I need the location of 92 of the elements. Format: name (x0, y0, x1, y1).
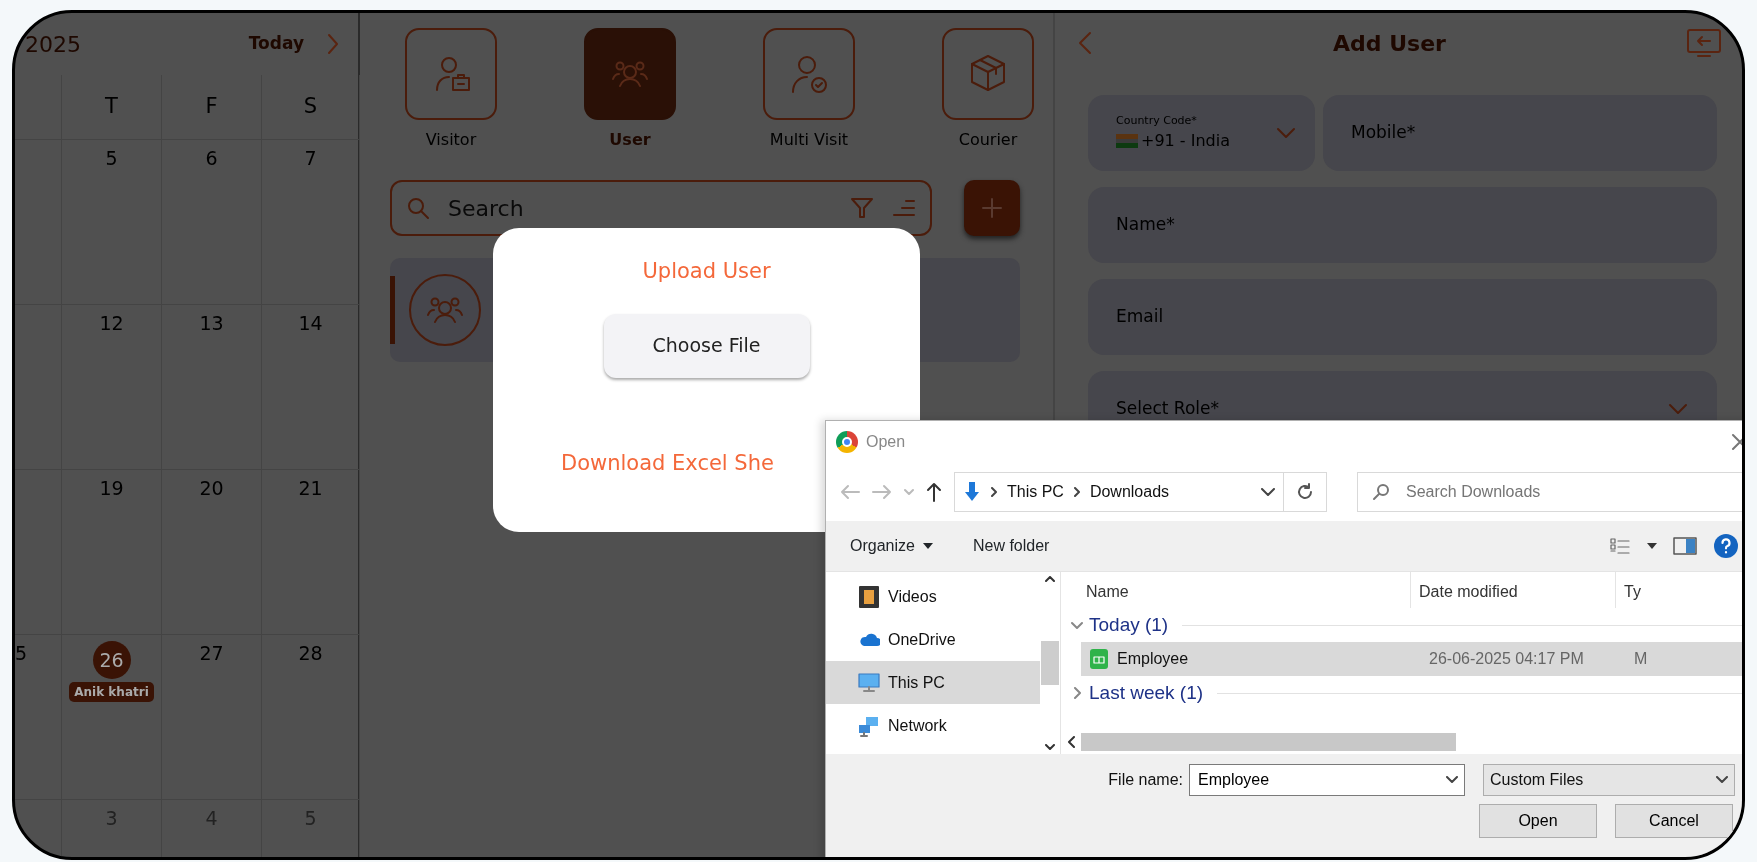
weekday-label: F (205, 93, 218, 121)
file-type: M (1633, 649, 1648, 669)
scroll-down-icon[interactable] (1045, 744, 1055, 750)
back-icon[interactable] (1077, 30, 1093, 56)
back-arrow-icon[interactable] (840, 484, 860, 500)
preview-pane-icon[interactable] (1673, 537, 1697, 555)
group-header[interactable]: Today (1) (1089, 610, 1169, 640)
caret-down-icon[interactable] (1647, 543, 1657, 549)
chevron-right-icon[interactable] (1071, 687, 1083, 699)
scroll-up-icon[interactable] (1045, 576, 1055, 582)
up-arrow-icon[interactable] (926, 482, 942, 502)
page-title: Add User (1332, 29, 1447, 58)
column-header[interactable]: Name (1061, 572, 1411, 608)
dialog-title: Upload User (642, 258, 771, 285)
module-tab[interactable] (584, 28, 676, 120)
module-label: Visitor (425, 129, 477, 151)
module-tab[interactable] (763, 28, 855, 120)
search-input[interactable]: Search (446, 190, 834, 226)
field-placeholder: Email (1116, 305, 1165, 329)
event-chip[interactable]: Anik khatri (69, 682, 154, 702)
open-button[interactable]: Open (1479, 804, 1597, 838)
download-arrow-icon (963, 481, 981, 503)
sort-icon[interactable] (890, 197, 916, 219)
refresh-icon (1296, 483, 1314, 501)
address-bar[interactable]: This PC Downloads (954, 472, 1284, 512)
path-segment[interactable]: This PC (1007, 480, 1064, 504)
caret-down-icon (922, 543, 933, 549)
scrollbar-thumb[interactable] (1041, 641, 1059, 685)
chevron-right-icon (1073, 487, 1080, 497)
column-header[interactable]: Ty (1616, 572, 1676, 608)
view-list-icon[interactable] (1609, 537, 1631, 555)
search-box[interactable]: Search Downloads (1357, 472, 1742, 512)
group-header[interactable]: Last week (1) (1089, 678, 1204, 708)
file-name: Employee (1117, 649, 1189, 669)
nav-item[interactable]: Videos (826, 575, 1040, 618)
file-name-label: File name: (1108, 770, 1183, 790)
module-tab[interactable] (942, 28, 1034, 120)
network-icon (858, 714, 880, 737)
module-tab[interactable] (405, 28, 497, 120)
browser-logo-icon (836, 431, 858, 453)
file-name-input[interactable]: Employee (1196, 767, 1446, 793)
film-icon (858, 585, 880, 608)
choose-file-button[interactable]: Choose File (603, 313, 810, 378)
chevron-right-icon[interactable] (326, 32, 340, 56)
chevron-right-icon (991, 487, 997, 497)
spreadsheet-icon (1089, 648, 1109, 670)
field-placeholder: Name* (1116, 213, 1176, 237)
chevron-down-icon (1275, 126, 1297, 140)
file-row[interactable]: Employee 26-06-2025 04:17 PM M (1081, 642, 1742, 676)
field-placeholder: Select Role* (1116, 397, 1220, 421)
module-label: User (609, 129, 651, 151)
flag-icon (1116, 134, 1138, 149)
day-number: 5 (15, 641, 28, 666)
chevron-down-icon (1716, 776, 1728, 784)
month-year-label: 2025 (25, 30, 81, 59)
active-indicator (390, 276, 395, 344)
file-date: 26-06-2025 04:17 PM (1428, 649, 1585, 669)
module-label: Multi Visit (769, 129, 849, 151)
add-button[interactable] (964, 180, 1020, 236)
weekday-label: S (303, 93, 318, 121)
chevron-down-icon (1446, 776, 1458, 784)
forward-arrow-icon[interactable] (872, 484, 892, 500)
field-placeholder: Mobile* (1351, 121, 1417, 145)
exit-screen-icon[interactable] (1686, 28, 1722, 58)
search-input[interactable]: Search Downloads (1404, 479, 1736, 505)
search-icon (1372, 483, 1390, 501)
scrollbar-thumb[interactable] (1081, 733, 1456, 751)
window-title: Open (866, 432, 907, 452)
chevron-down-icon (1667, 402, 1689, 416)
column-header[interactable]: Date modified (1411, 572, 1616, 608)
field-label: Country Code* (1116, 112, 1198, 129)
monitor-icon (858, 671, 880, 694)
nav-item[interactable]: OneDrive (826, 618, 1040, 661)
field-value: +91 - India (1141, 130, 1230, 153)
nav-item[interactable]: This PC (826, 661, 1040, 704)
weekday-label: T (105, 93, 118, 121)
filter-icon[interactable] (850, 196, 874, 220)
help-icon[interactable] (1713, 533, 1739, 559)
new-folder-button[interactable]: New folder (972, 534, 1569, 558)
plus-icon (981, 197, 1003, 219)
chevron-down-icon[interactable] (1261, 488, 1275, 496)
path-segment[interactable]: Downloads (1089, 480, 1170, 504)
module-label: Courier (958, 129, 1018, 151)
cancel-button[interactable]: Cancel (1615, 804, 1733, 838)
refresh-button[interactable] (1284, 472, 1327, 512)
organize-button[interactable]: Organize (850, 534, 933, 558)
search-icon (406, 196, 430, 220)
file-type-select[interactable]: Custom Files (1483, 764, 1735, 796)
today-date-badge[interactable]: 26 (92, 641, 131, 679)
file-name-box[interactable]: Employee (1189, 764, 1465, 796)
scroll-left-icon[interactable] (1067, 736, 1075, 748)
nav-item[interactable]: Network (826, 704, 1040, 747)
